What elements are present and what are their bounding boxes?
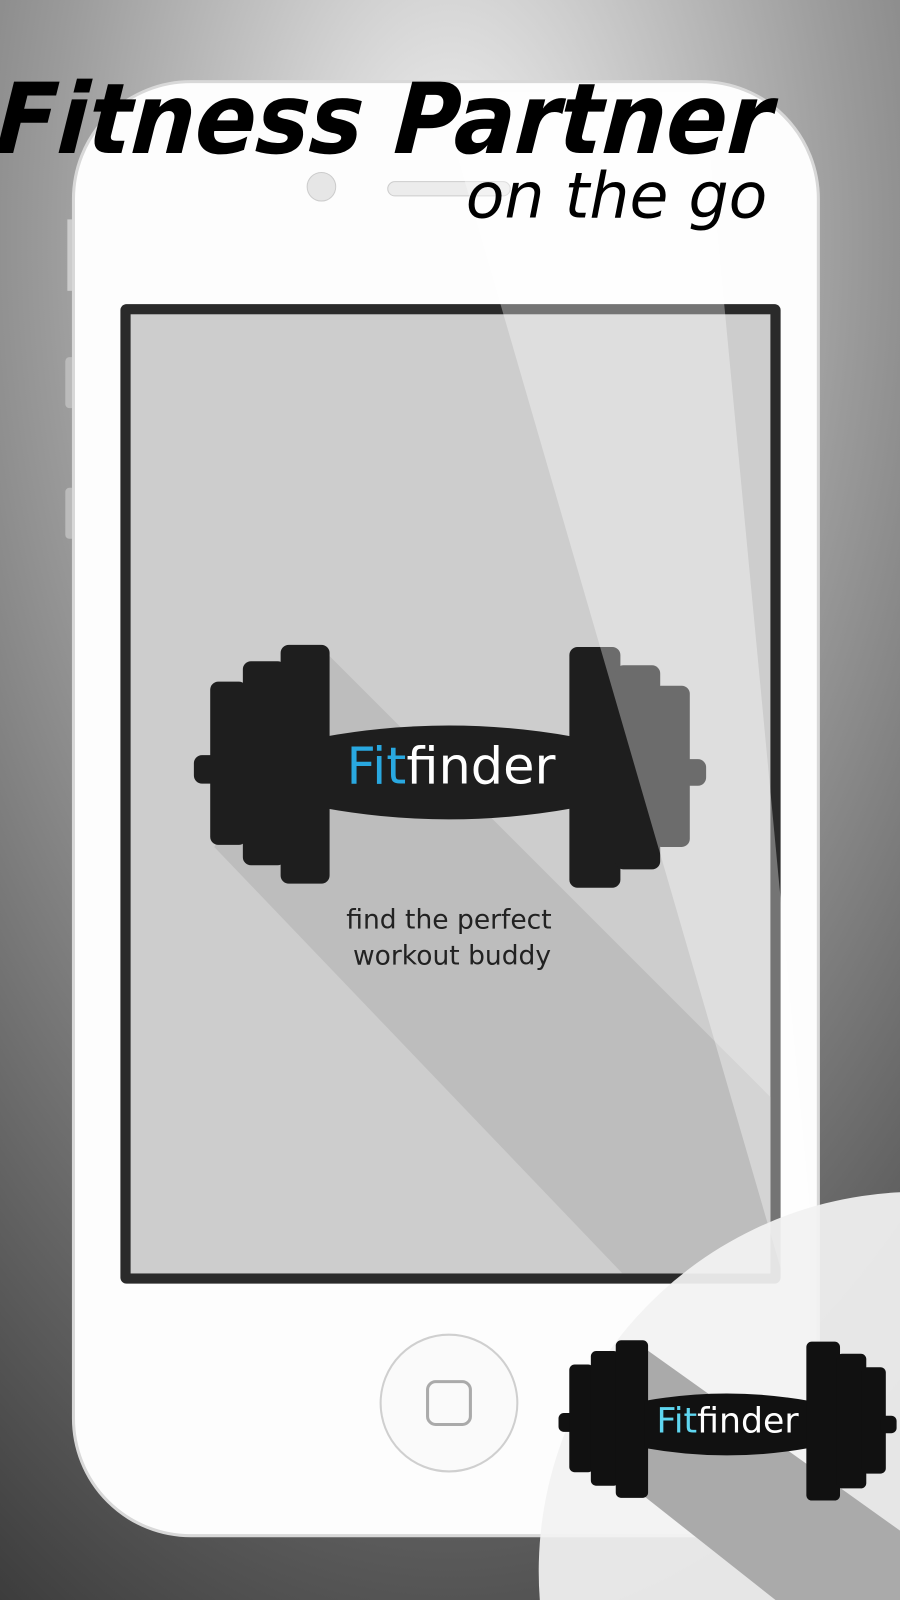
home-button[interactable] xyxy=(379,1333,519,1473)
promo-canvas: Fitfinder find the perfect workout buddy… xyxy=(0,0,900,1600)
tagline-line1: find the perfect xyxy=(346,905,551,936)
headline-subtitle: on the go xyxy=(466,158,768,232)
tagline-line2: workout buddy xyxy=(353,940,551,971)
badge-app-name: Fitfinder xyxy=(656,1402,799,1442)
app-name: Fitfinder xyxy=(347,738,556,797)
